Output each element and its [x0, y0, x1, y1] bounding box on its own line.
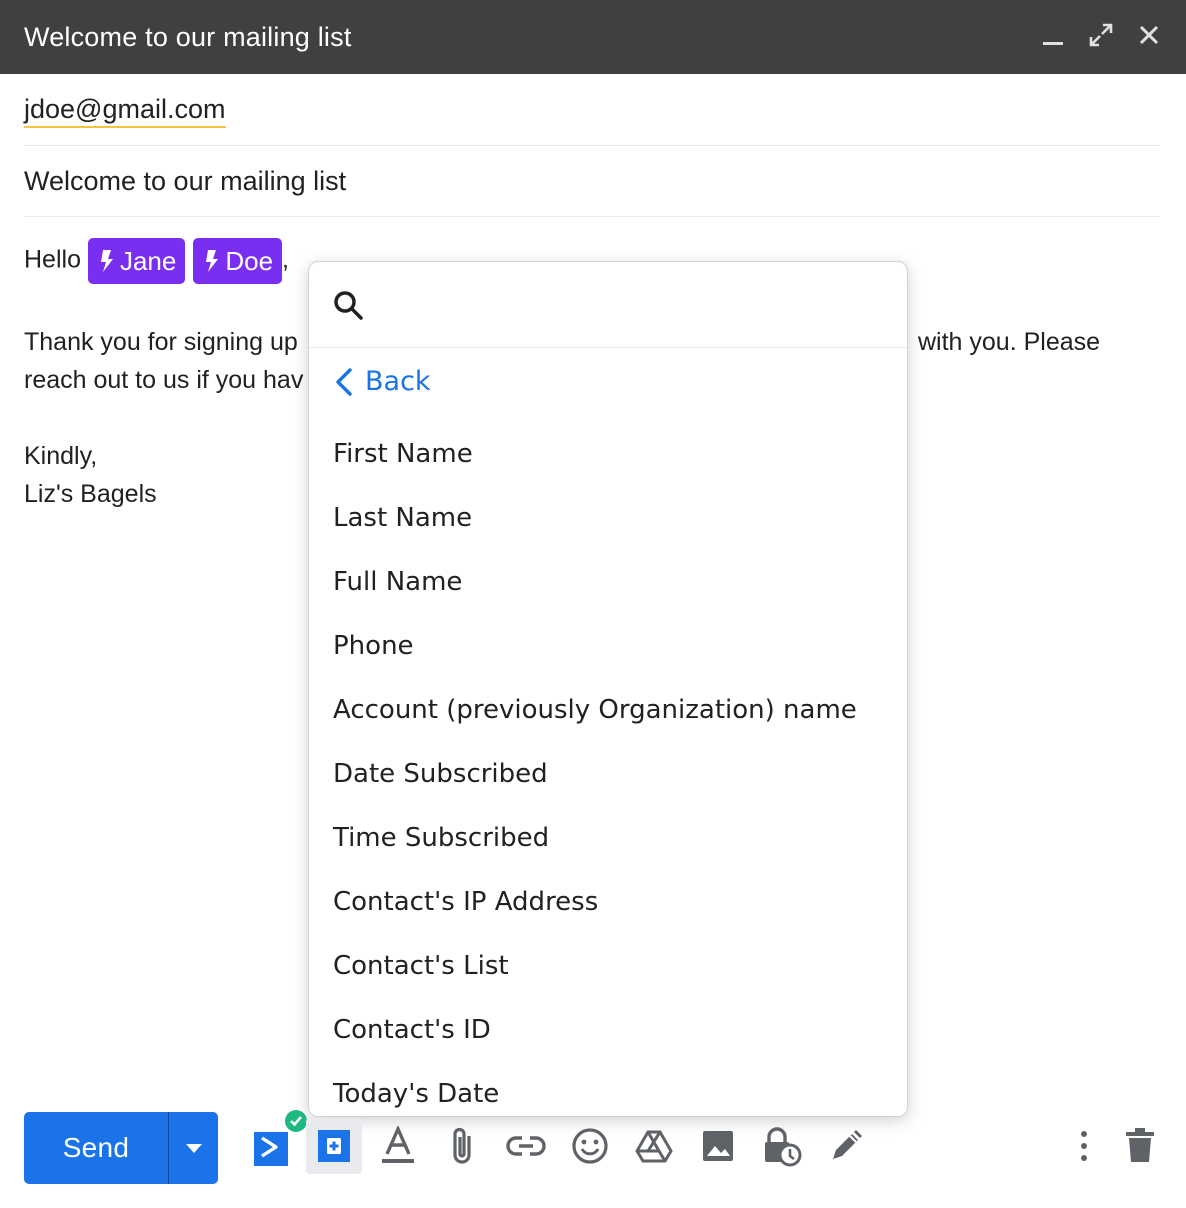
formatting-options-button[interactable] [370, 1118, 426, 1174]
send-options-button[interactable] [169, 1112, 218, 1184]
confidential-mode-button[interactable] [754, 1118, 810, 1174]
bolt-icon [206, 250, 219, 272]
field-item-full-name[interactable]: Full Name [333, 550, 857, 614]
signoff-text: Kindly, [24, 442, 98, 470]
greeting-text: Hello [24, 245, 81, 274]
window-controls [1038, 20, 1164, 50]
field-item-phone[interactable]: Phone [333, 614, 857, 678]
text-format-icon [382, 1126, 414, 1163]
insert-signature-button[interactable] [818, 1118, 874, 1174]
link-icon [506, 1136, 546, 1156]
field-item-last-name[interactable]: Last Name [333, 486, 857, 550]
personalize-button[interactable] [306, 1118, 362, 1174]
send-button-group: Send [24, 1112, 218, 1184]
delete-icon [1126, 1128, 1154, 1162]
insert-drive-button[interactable] [626, 1118, 682, 1174]
close-icon[interactable] [1134, 20, 1164, 50]
recipient-email[interactable]: jdoe@gmail.com [24, 94, 226, 128]
back-label: Back [365, 366, 431, 397]
chip-label: Jane [119, 246, 177, 276]
more-options-button[interactable] [1056, 1118, 1112, 1174]
field-item-contact-ip[interactable]: Contact's IP Address [333, 870, 857, 934]
field-item-todays-date[interactable]: Today's Date [333, 1062, 857, 1116]
field-item-contact-id[interactable]: Contact's ID [333, 998, 857, 1062]
back-link[interactable]: Back [333, 366, 431, 397]
chevron-left-icon [336, 367, 352, 396]
body-line-1-left: Thank you for signing up [24, 328, 298, 356]
field-list: First Name Last Name Full Name Phone Acc… [333, 422, 857, 1116]
insert-emoji-button[interactable] [562, 1118, 618, 1174]
field-item-contact-list[interactable]: Contact's List [333, 934, 857, 998]
popup-search-input[interactable] [381, 284, 881, 326]
recipients-row[interactable]: jdoe@gmail.com [24, 74, 1160, 146]
confidential-icon [765, 1127, 802, 1167]
send-button[interactable]: Send [24, 1112, 168, 1184]
fullscreen-icon[interactable] [1086, 20, 1116, 50]
compose-title-bar: Welcome to our mailing list [0, 0, 1186, 74]
minimize-icon[interactable] [1038, 20, 1068, 50]
body-line-1-right: with you. Please [918, 328, 1101, 356]
popup-search[interactable] [309, 262, 907, 348]
search-icon [331, 288, 365, 322]
personalization-chip-first-name[interactable]: Jane [87, 238, 186, 284]
field-item-date-subscribed[interactable]: Date Subscribed [333, 742, 857, 806]
field-item-account-name[interactable]: Account (previously Organization) name [333, 678, 857, 742]
signature-icon [833, 1130, 862, 1159]
insert-photo-button[interactable] [690, 1118, 746, 1174]
caret-down-icon [185, 1144, 202, 1153]
attach-icon [453, 1127, 471, 1164]
window-title: Welcome to our mailing list [24, 21, 352, 52]
personalization-dropdown: Back First Name Last Name Full Name Phon… [308, 261, 908, 1117]
discard-draft-button[interactable] [1112, 1118, 1168, 1174]
subject-row[interactable]: Welcome to our mailing list [24, 146, 1160, 217]
subject-input[interactable]: Welcome to our mailing list [24, 166, 346, 197]
insert-link-button[interactable] [498, 1118, 554, 1174]
more-options-icon [1081, 1131, 1087, 1161]
drive-icon [635, 1130, 673, 1163]
attach-files-button[interactable] [434, 1118, 490, 1174]
field-item-time-subscribed[interactable]: Time Subscribed [333, 806, 857, 870]
connected-check-icon [285, 1110, 307, 1132]
chip-label: Doe [225, 246, 274, 276]
body-line-2-left: reach out to us if you hav [24, 366, 304, 394]
bolt-icon [100, 250, 113, 272]
personalization-chip-last-name[interactable]: Doe [193, 238, 283, 284]
field-item-first-name[interactable]: First Name [333, 422, 857, 486]
signature-text: Liz's Bagels [24, 480, 157, 508]
comma-text: , [282, 245, 289, 274]
personalize-icon [318, 1130, 350, 1162]
greeting-line: Hello Jane Doe , [24, 238, 289, 284]
image-icon [703, 1131, 733, 1161]
emoji-icon [572, 1128, 608, 1164]
